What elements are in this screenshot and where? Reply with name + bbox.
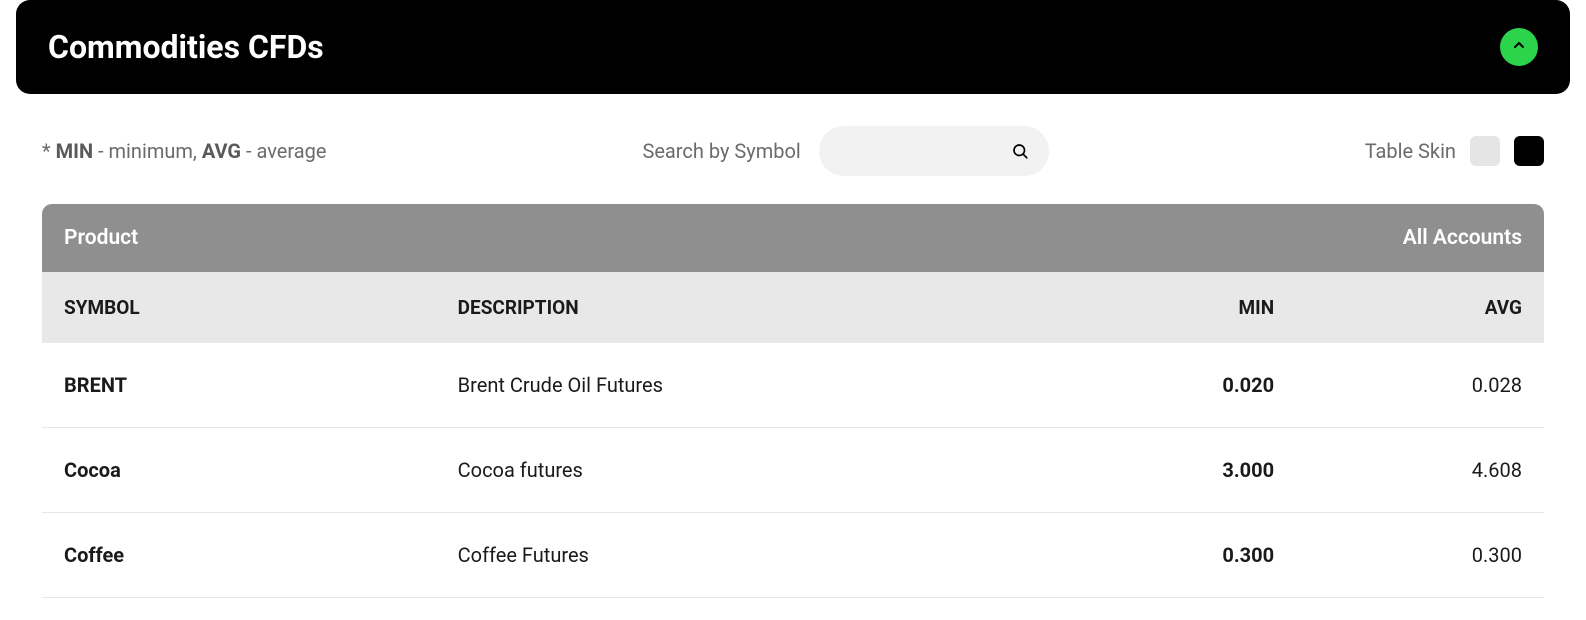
cell-symbol: Cocoa xyxy=(64,458,458,482)
group-header-product: Product xyxy=(64,226,138,250)
legend-avg-abbr: AVG xyxy=(202,139,241,163)
legend-avg-text: - average xyxy=(241,139,326,163)
skin-light-swatch[interactable] xyxy=(1470,136,1500,166)
table-skin-group: Table Skin xyxy=(1365,136,1544,166)
search-label: Search by Symbol xyxy=(642,139,800,163)
cell-description: Coffee Futures xyxy=(458,543,1041,567)
cell-avg: 0.028 xyxy=(1274,373,1522,397)
group-header-accounts: All Accounts xyxy=(1403,226,1522,250)
col-header-min[interactable]: MIN xyxy=(1041,296,1274,319)
cell-min: 3.000 xyxy=(1041,458,1274,482)
legend-min-text: - minimum, xyxy=(93,139,202,163)
table-skin-label: Table Skin xyxy=(1365,139,1456,163)
table-row[interactable]: CoffeeCoffee Futures0.3000.300 xyxy=(42,513,1544,598)
group-header-row: Product All Accounts xyxy=(42,204,1544,272)
table-row[interactable]: CocoaCocoa futures3.0004.608 xyxy=(42,428,1544,513)
table-row[interactable]: BRENTBrent Crude Oil Futures0.0200.028 xyxy=(42,343,1544,428)
col-header-avg[interactable]: AVG xyxy=(1274,296,1522,319)
legend-min-abbr: MIN xyxy=(56,139,93,163)
cell-min: 0.300 xyxy=(1041,543,1274,567)
search-field-wrap xyxy=(819,126,1049,176)
cell-symbol: Coffee xyxy=(64,543,458,567)
page-title: Commodities CFDs xyxy=(48,28,324,66)
section-header: Commodities CFDs xyxy=(16,0,1570,94)
cell-symbol: BRENT xyxy=(64,373,458,397)
column-header-row: SYMBOL DESCRIPTION MIN AVG xyxy=(42,272,1544,343)
cell-avg: 4.608 xyxy=(1274,458,1522,482)
collapse-button[interactable] xyxy=(1500,28,1538,66)
skin-dark-swatch[interactable] xyxy=(1514,136,1544,166)
cell-description: Brent Crude Oil Futures xyxy=(458,373,1041,397)
table: Product All Accounts SYMBOL DESCRIPTION … xyxy=(16,204,1570,598)
cell-description: Cocoa futures xyxy=(458,458,1041,482)
search-input[interactable] xyxy=(819,126,1049,176)
chevron-up-icon xyxy=(1511,37,1527,57)
cell-min: 0.020 xyxy=(1041,373,1274,397)
legend-prefix: * xyxy=(42,139,56,163)
search-group: Search by Symbol xyxy=(642,126,1048,176)
controls-row: * MIN - minimum, AVG - average Search by… xyxy=(16,118,1570,204)
cell-avg: 0.300 xyxy=(1274,543,1522,567)
col-header-symbol[interactable]: SYMBOL xyxy=(64,296,458,319)
col-header-description[interactable]: DESCRIPTION xyxy=(458,296,1041,319)
legend-text: * MIN - minimum, AVG - average xyxy=(42,139,327,163)
